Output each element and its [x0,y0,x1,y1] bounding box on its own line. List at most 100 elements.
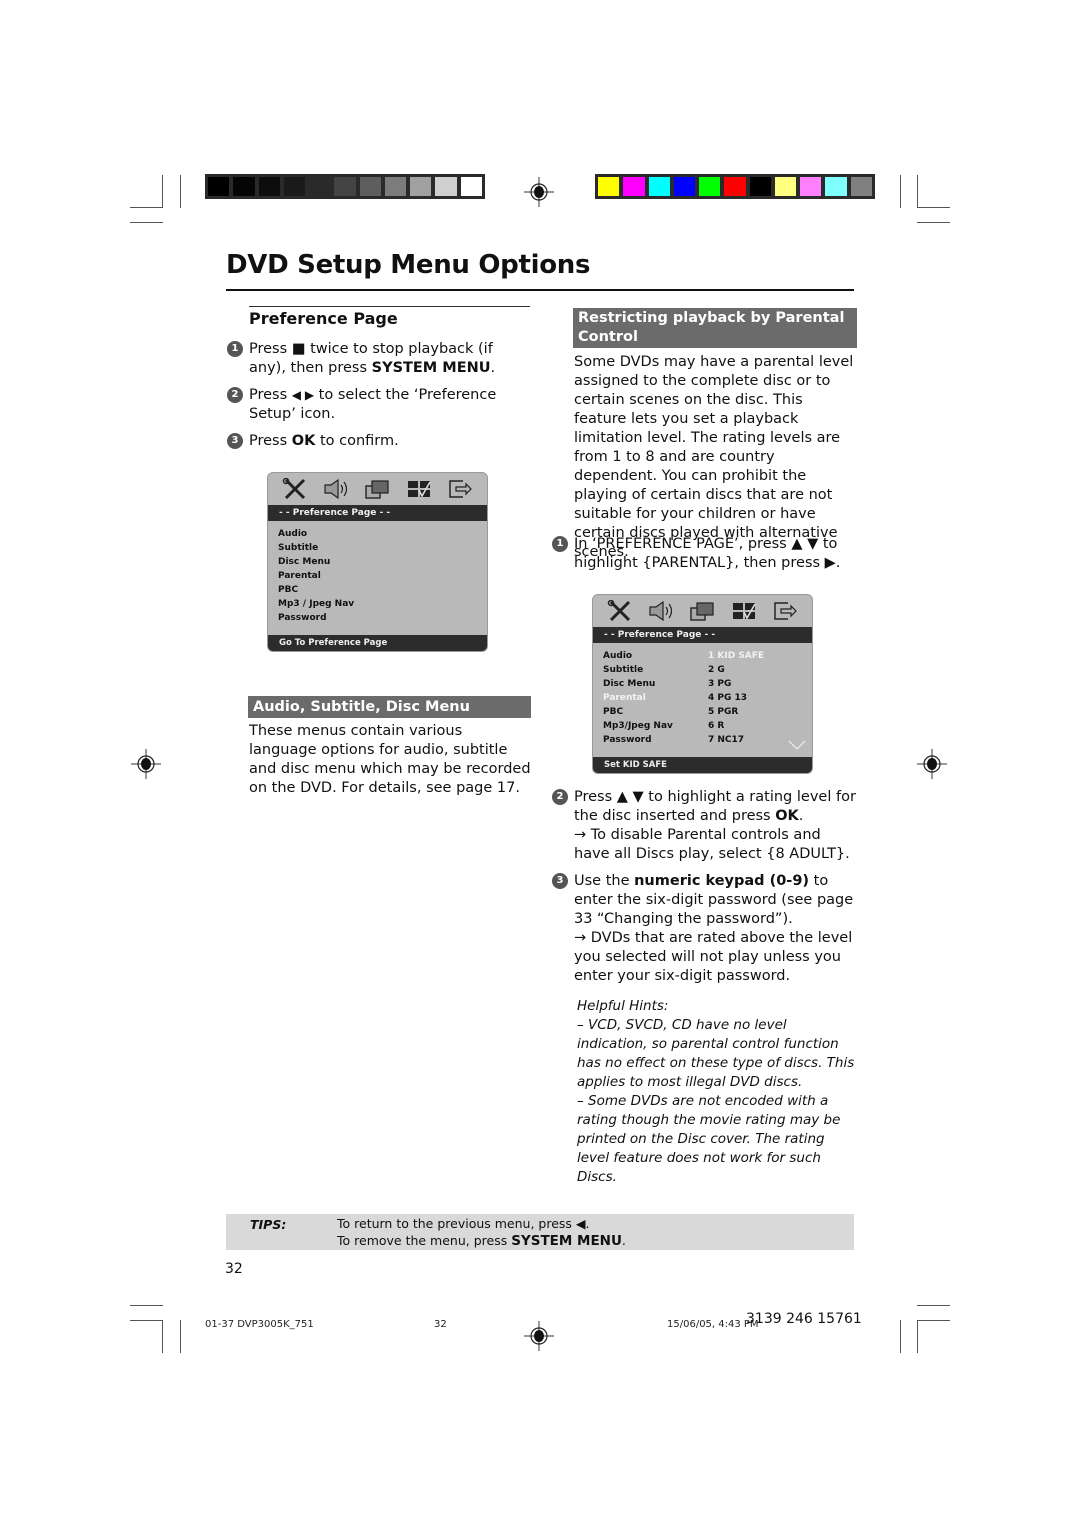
color-swatch [257,176,281,197]
osd-menu-item[interactable]: Audio 1 KID SAFE [603,649,812,663]
osd-menu-item[interactable]: Audio [278,527,487,541]
system-menu-key-label: SYSTEM MENU [511,1233,622,1249]
color-swatch [622,176,646,197]
step-note: → DVDs that are rated above the level yo… [574,930,853,984]
color-swatch [333,176,357,197]
crop-mark [162,1320,163,1353]
osd-menu-item[interactable]: Subtitle 2 G [603,663,812,677]
osd-menu-item[interactable]: PBC 5 PGR [603,705,812,719]
color-swatch [672,176,697,197]
crop-mark [180,1320,181,1353]
audio-setup-speaker-icon [649,600,673,622]
osd-header: - - Preference Page - - [593,627,812,643]
crop-mark [130,222,163,223]
registration-target-icon [524,1321,554,1351]
color-calibration-bar [595,174,875,199]
osd-menu-item[interactable]: Disc Menu 3 PG [603,677,812,691]
helpful-hints-title: Helpful Hints: [577,998,669,1014]
tips-box: TIPS: To return to the previous menu, pr… [226,1214,854,1250]
step-text: Use the [574,873,635,889]
step-text: Press [249,433,292,449]
color-swatch [282,176,307,197]
preference-setup-checkbox-icon [407,481,431,498]
crop-mark [917,1320,950,1321]
osd-menu-item[interactable]: Subtitle [278,541,487,555]
general-setup-tools-icon [282,478,305,500]
helpful-hint-item: – Some DVDs are not encoded with a ratin… [577,1093,841,1185]
left-right-arrows-icon: ◀ ▶ [291,388,315,402]
osd-menu-item[interactable]: Disc Menu [278,555,487,569]
step-text: . [798,808,804,824]
menu-item-label: Disc Menu [278,557,331,567]
osd-menu-item[interactable]: Mp3 / Jpeg Nav [278,597,487,611]
osd-menu-item[interactable]: Parental [278,569,487,583]
helpful-hint-item: – VCD, SVCD, CD have no level indication… [577,1017,855,1090]
video-setup-film-icon [690,602,715,621]
menu-item-label: PBC [603,707,624,717]
parental-intro: Some DVDs may have a parental level assi… [574,354,854,560]
osd-icon-bar [268,473,487,505]
tips-label: TIPS: [250,1217,287,1232]
osd-menu-item[interactable]: PBC [278,583,487,597]
preference-step-1: 1 Press ■ twice to stop playback (if any… [227,340,534,378]
crop-mark [162,175,163,208]
rating-option[interactable]: 4 PG 13 [708,691,747,705]
color-swatch [459,176,483,197]
scroll-down-arrow-icon[interactable] [788,740,806,750]
menu-item-label: Subtitle [603,665,644,675]
color-swatch [647,176,671,197]
menu-item-label: Audio [603,651,633,661]
parental-step-1: 1 In ‘PREFERENCE PAGE’, press ▲ ▼ to hig… [552,535,859,573]
grayscale-calibration-bar [205,174,485,199]
crop-mark [917,1320,918,1353]
osd-menu-item[interactable]: Mp3/Jpeg Nav 6 R [603,719,812,733]
ok-key-label: OK [291,433,316,449]
rating-option[interactable]: 3 PG [708,677,731,691]
preference-menu-screenshot: - - Preference Page - - Audio Subtitle D… [267,472,488,652]
osd-icon-bar [593,595,812,627]
step-text: Press ▲ ▼ to highlight a rating level fo… [574,789,856,824]
menu-item-label: Password [603,735,652,745]
title-divider [226,289,854,291]
preference-page-heading: Preference Page [249,309,398,328]
exit-setup-icon [774,602,798,620]
audio-setup-speaker-icon [324,478,348,500]
system-menu-key-label: SYSTEM MENU [371,360,491,376]
menu-item-label: Parental [278,571,321,581]
osd-status-bar: Set KID SAFE [593,757,812,773]
osd-menu-list: Audio 1 KID SAFE Subtitle 2 G Disc Menu 3 P… [593,643,812,747]
general-setup-tools-icon [607,600,630,622]
color-swatch [748,176,772,197]
step-text: Press [249,341,292,357]
parental-step-2: 2 Press ▲ ▼ to highlight a rating level … [552,788,859,864]
menu-item-label: Password [278,613,327,623]
registration-target-icon [917,749,947,779]
color-swatch [358,176,382,197]
step-text: In ‘PREFERENCE PAGE’, press ▲ ▼ to highl… [574,536,841,571]
numeric-keypad-label: numeric keypad (0-9) [634,873,810,889]
registration-target-icon [524,177,554,207]
crop-mark [900,1320,901,1353]
osd-menu-item[interactable]: Password 7 NC17 [603,733,812,747]
osd-menu-item[interactable]: Password [278,611,487,625]
rating-option[interactable]: 2 G [708,663,725,677]
crop-mark [917,222,950,223]
preference-setup-checkbox-icon [732,603,756,620]
color-swatch [434,176,458,197]
preference-step-2: 2 Press ◀ ▶ to select the ‘Preference Se… [227,386,534,424]
rating-option[interactable]: 5 PGR [708,705,738,719]
menu-item-label: Subtitle [278,543,319,553]
color-swatch [698,176,722,197]
rating-option[interactable]: 7 NC17 [708,733,744,747]
step-text: to confirm. [315,433,399,449]
ok-key-label: OK [775,808,799,824]
page-number: 32 [225,1261,243,1277]
parental-control-heading: Restricting playback by Parental Control [573,308,857,348]
rating-option-selected[interactable]: 1 KID SAFE [708,649,764,663]
step-number-badge: 1 [227,341,243,357]
color-swatch [849,176,873,197]
osd-menu-item-highlighted[interactable]: Parental 4 PG 13 [603,691,812,705]
rating-option[interactable]: 6 R [708,719,724,733]
color-swatch [232,176,256,197]
color-swatch [207,176,231,197]
